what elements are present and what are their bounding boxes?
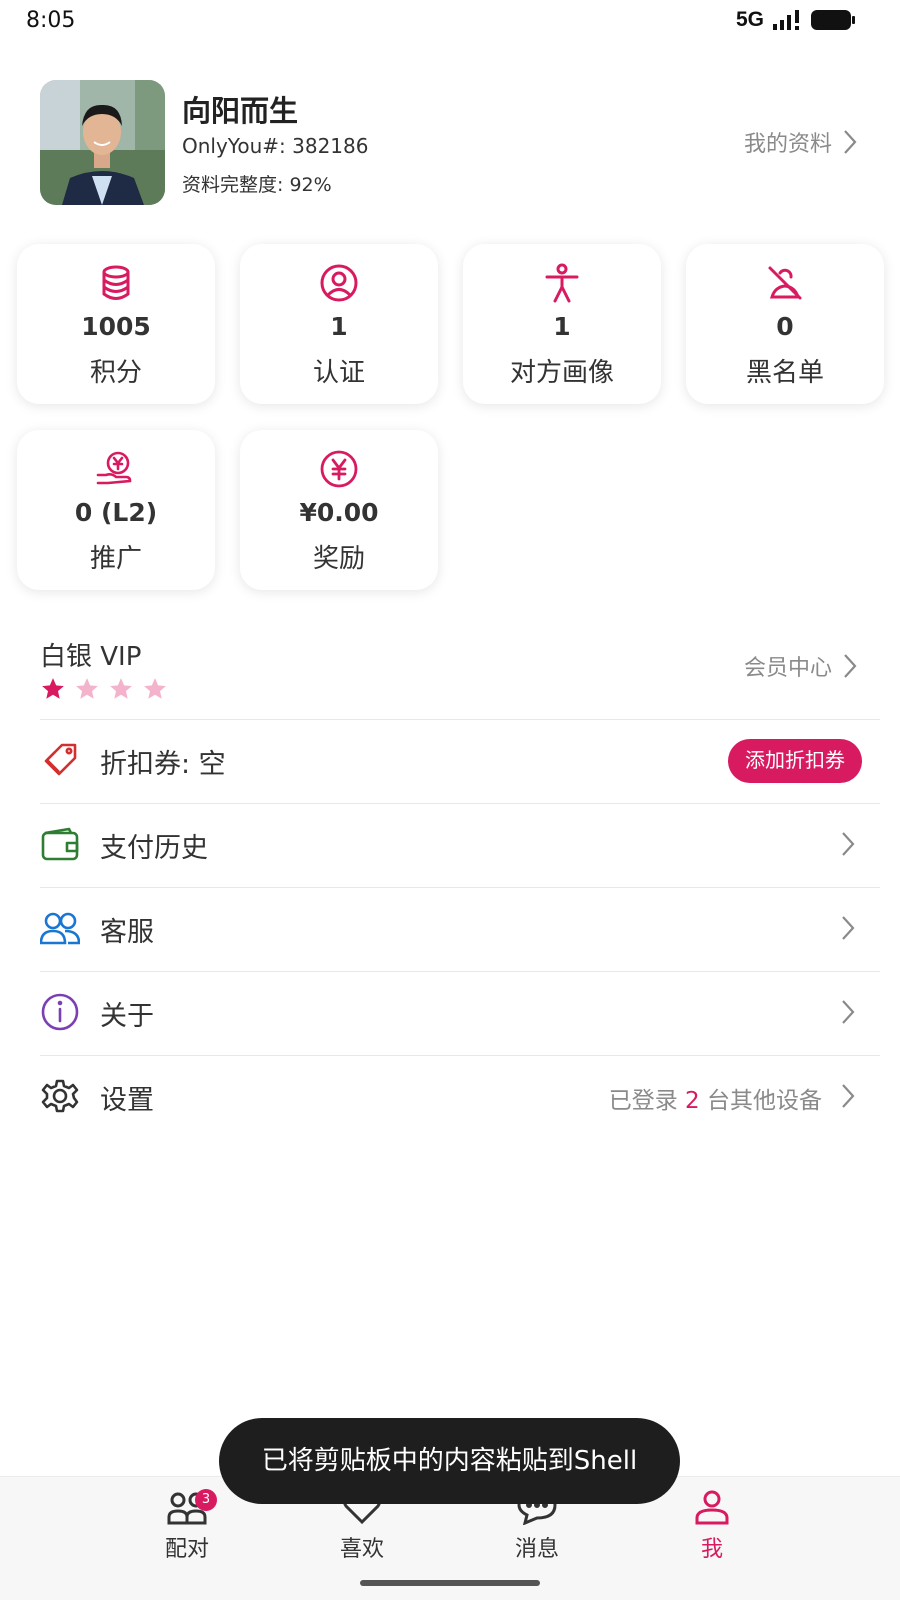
stat-label: 奖励 — [312, 544, 365, 574]
user-id: OnlyYou#: 382186 — [182, 134, 369, 158]
menu-about[interactable]: 关于 — [40, 971, 880, 1055]
nav-label: 喜欢 — [339, 1537, 384, 1562]
menu-coupon: 折扣券: 空 添加折扣券 — [40, 719, 880, 803]
home-indicator[interactable] — [360, 1580, 540, 1586]
wallet-icon — [41, 827, 79, 861]
star-empty-icon — [76, 678, 98, 699]
gear-icon — [41, 1079, 79, 1113]
profile-header: 向阳而生 OnlyYou#: 382186 资料完整度: 92% 我的资料 — [40, 80, 860, 205]
signal-icon — [773, 10, 799, 30]
stat-label: 对方画像 — [509, 358, 614, 388]
vip-level: 白银 VIP — [40, 642, 142, 672]
person-figure-icon — [545, 263, 579, 303]
toast-message: 已将剪贴板中的内容粘贴到Shell — [219, 1418, 680, 1504]
settings-label: 设置 — [100, 1085, 154, 1116]
people-icon — [40, 912, 80, 945]
menu-payment-history[interactable]: 支付历史 — [40, 803, 880, 887]
star-filled-icon — [42, 678, 64, 699]
chevron-right-icon — [842, 832, 855, 856]
payment-history-label: 支付历史 — [100, 833, 208, 864]
hand-coin-icon — [96, 451, 132, 485]
vip-section: 白银 VIP 会员中心 — [40, 632, 860, 704]
profile-completeness: 资料完整度: 92% — [182, 174, 332, 196]
stat-value: 1 — [330, 312, 348, 341]
member-center-label: 会员中心 — [743, 656, 832, 681]
user-circle-icon — [320, 264, 358, 302]
stat-card-reward[interactable]: ¥0.00 奖励 — [240, 430, 438, 590]
network-type: 5G — [735, 8, 764, 31]
logged-in-devices-text: 已登录 2 台其他设备 — [609, 1081, 822, 1115]
chevron-right-icon — [842, 1084, 855, 1108]
status-time: 8:05 — [26, 8, 76, 33]
nav-tab-match[interactable]: 3 配对 — [127, 1487, 247, 1567]
status-icons: 5G — [736, 8, 856, 32]
info-circle-icon — [41, 993, 79, 1031]
chevron-right-icon — [842, 916, 855, 940]
chevron-right-icon — [844, 654, 857, 678]
nickname: 向阳而生 — [182, 94, 299, 128]
stat-label: 认证 — [312, 358, 365, 388]
stat-value: 1 — [553, 312, 571, 341]
customer-service-label: 客服 — [100, 917, 154, 948]
match-badge: 3 — [195, 1489, 217, 1511]
stat-card-promotion[interactable]: 0 (L2) 推广 — [17, 430, 215, 590]
stat-value: ¥0.00 — [299, 498, 379, 527]
nav-label: 消息 — [514, 1537, 559, 1562]
battery-icon — [811, 10, 855, 30]
stat-card-blacklist[interactable]: 0 黑名单 — [686, 244, 884, 404]
user-off-icon — [768, 266, 802, 300]
add-coupon-button[interactable]: 添加折扣券 — [728, 739, 862, 783]
about-label: 关于 — [100, 1001, 154, 1032]
chevron-right-icon — [842, 1000, 855, 1024]
nav-tab-me[interactable]: 我 — [652, 1487, 772, 1567]
stat-value: 0 (L2) — [74, 498, 158, 527]
avatar-image — [40, 80, 165, 205]
star-empty-icon — [110, 678, 132, 699]
menu-customer-service[interactable]: 客服 — [40, 887, 880, 971]
status-bar: 8:05 5G — [0, 0, 900, 40]
coupon-tag-icon — [44, 743, 77, 776]
stat-label: 推广 — [89, 544, 142, 574]
stat-value: 1005 — [81, 312, 151, 341]
stat-card-verification[interactable]: 1 认证 — [240, 244, 438, 404]
vip-rating — [40, 676, 168, 702]
member-center-link[interactable]: 会员中心 — [744, 650, 858, 682]
devices-count: 2 — [685, 1088, 700, 1114]
nav-label: 我 — [700, 1537, 723, 1562]
person-icon — [695, 1490, 729, 1525]
star-empty-icon — [144, 678, 166, 699]
stat-card-points[interactable]: 1005 积分 — [17, 244, 215, 404]
stat-label: 积分 — [89, 358, 142, 388]
stat-label: 黑名单 — [745, 358, 824, 388]
nav-label: 配对 — [164, 1537, 209, 1562]
devices-prefix: 已登录 — [608, 1088, 686, 1114]
stat-value: 0 — [776, 312, 794, 341]
devices-suffix: 台其他设备 — [699, 1088, 822, 1114]
my-profile-link[interactable]: 我的资料 — [744, 126, 858, 158]
database-icon — [102, 265, 130, 300]
avatar[interactable] — [40, 80, 165, 205]
yen-circle-icon — [320, 450, 358, 488]
menu-settings[interactable]: 设置 已登录 2 台其他设备 — [40, 1055, 880, 1139]
coupon-label: 折扣券: 空 — [100, 749, 226, 780]
stat-card-partner-profile[interactable]: 1 对方画像 — [463, 244, 661, 404]
my-profile-label: 我的资料 — [743, 132, 832, 157]
chevron-right-icon — [844, 130, 857, 154]
